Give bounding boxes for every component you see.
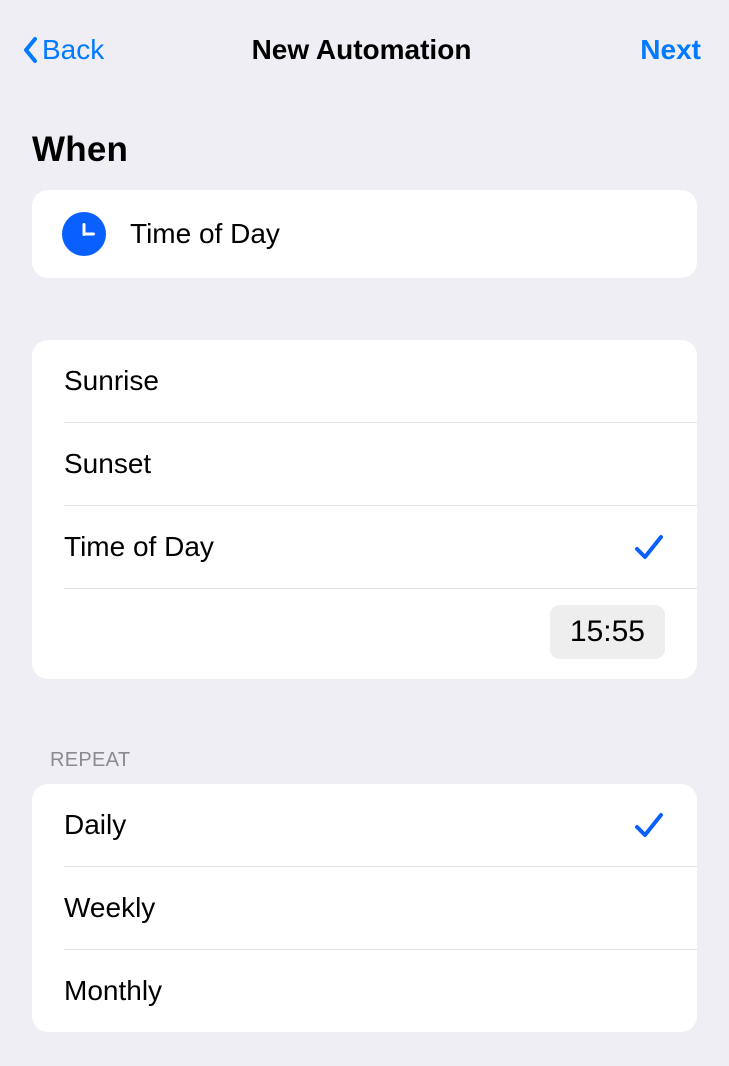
option-sunrise[interactable]: Sunrise: [32, 340, 697, 422]
repeat-weekly[interactable]: Weekly: [32, 867, 697, 949]
time-picker-row: 15:55: [32, 589, 697, 679]
check-icon: [633, 531, 665, 563]
chevron-left-icon: [22, 36, 38, 64]
trigger-label: Time of Day: [130, 218, 280, 250]
option-label: Sunset: [64, 448, 151, 480]
repeat-label: Daily: [64, 809, 126, 841]
option-sunset[interactable]: Sunset: [32, 423, 697, 505]
repeat-header: REPEAT: [0, 679, 729, 784]
time-of-day-trigger-row[interactable]: Time of Day: [32, 190, 697, 278]
clock-icon: [62, 212, 106, 256]
back-button[interactable]: Back: [22, 34, 104, 66]
when-header: When: [0, 86, 729, 190]
repeat-label: Weekly: [64, 892, 155, 924]
option-label: Sunrise: [64, 365, 159, 397]
option-label: Time of Day: [64, 531, 214, 563]
repeat-card: Daily Weekly Monthly: [32, 784, 697, 1032]
check-icon: [633, 809, 665, 841]
repeat-label: Monthly: [64, 975, 162, 1007]
back-label: Back: [42, 34, 104, 66]
trigger-card: Time of Day: [32, 190, 697, 278]
repeat-daily[interactable]: Daily: [32, 784, 697, 866]
time-picker[interactable]: 15:55: [550, 605, 665, 659]
repeat-monthly[interactable]: Monthly: [32, 950, 697, 1032]
page-title: New Automation: [252, 34, 472, 66]
time-options-card: Sunrise Sunset Time of Day 15:55: [32, 340, 697, 679]
option-time-of-day[interactable]: Time of Day: [32, 506, 697, 588]
next-button[interactable]: Next: [640, 34, 701, 66]
